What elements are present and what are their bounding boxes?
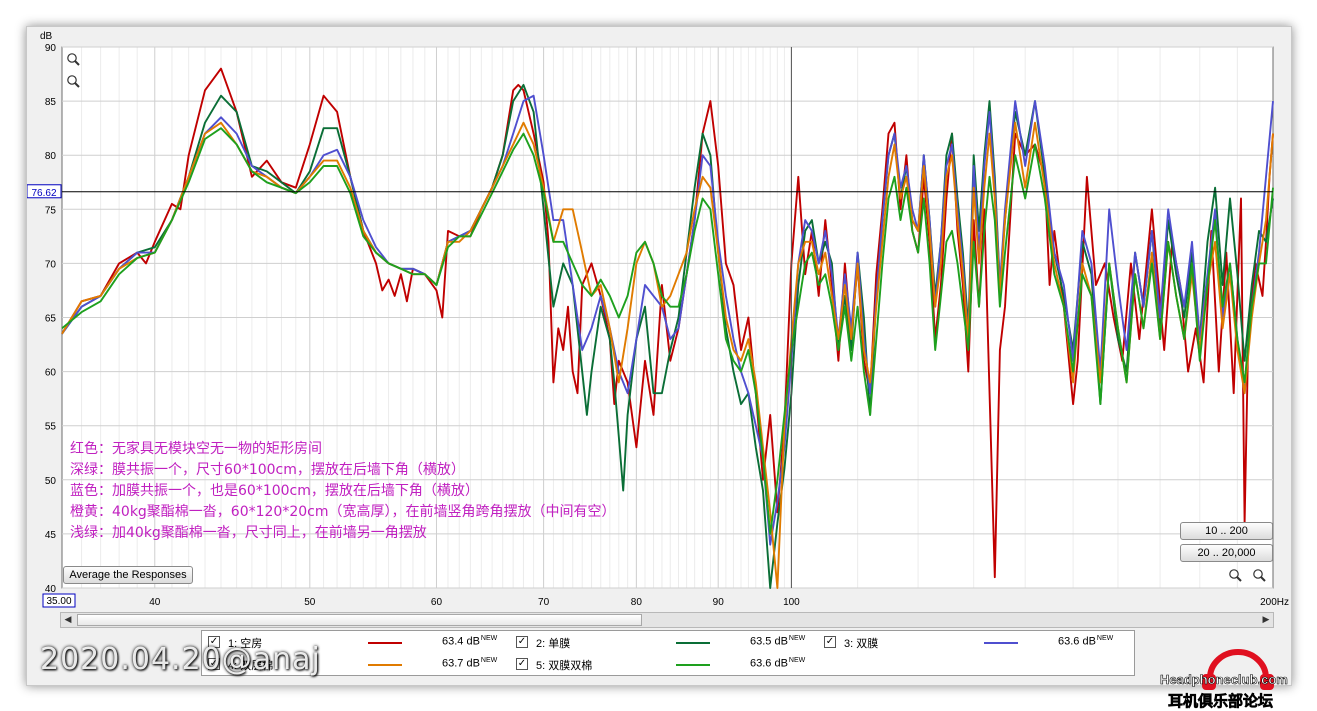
y-tick-label: 85: [45, 97, 57, 108]
y-tick-label: 50: [45, 476, 57, 487]
legend-value: 63.6 dBNEW: [750, 657, 806, 670]
headphoneclub-logo: Headphoneclub.com 耳机俱乐部论坛: [1160, 649, 1288, 710]
y-tick-label: 55: [45, 422, 57, 433]
average-responses-button[interactable]: Average the Responses: [63, 566, 193, 584]
legend-value: 63.6 dBNEW: [1058, 635, 1114, 648]
annotation-text: 橙黄：40kg聚酯棉一沓，60*120*20cm（宽高厚），在前墙竖角跨角摆放（…: [70, 503, 616, 520]
zoom-lens: [1253, 569, 1263, 579]
watermark-date: 2020.04.20@anaj: [40, 642, 321, 677]
annotation-text: 浅绿：加40kg聚酯棉一沓，尺寸同上，在前墙另一角摆放: [70, 524, 427, 541]
legend-swatch: [676, 642, 710, 644]
y-tick-label: 45: [45, 530, 57, 541]
legend-checkbox-3[interactable]: ✓: [824, 636, 836, 648]
zoom-lens: [67, 75, 77, 85]
x-tick-label: 90: [713, 597, 725, 608]
zoom-lens: [1229, 569, 1239, 579]
x-unit-label: 200Hz: [1260, 597, 1289, 608]
scroll-thumb[interactable]: [77, 614, 642, 626]
scroll-right-icon[interactable]: ▶: [1259, 614, 1273, 626]
y-tick-label: 90: [45, 43, 57, 54]
legend-checkbox-2[interactable]: ✓: [516, 636, 528, 648]
y-tick-label: 65: [45, 314, 57, 325]
frequency-response-chart[interactable]: 40 50 60 70 80 90 1004045505560657075808590dB2…: [27, 27, 1291, 612]
x-tick-label: 40: [149, 597, 161, 608]
legend-item-5[interactable]: ✓ 5: 双膜双棉 63.6 dBNEW: [516, 655, 816, 675]
legend-panel: ✓ 1: 空房 63.4 dBNEW ✓ 2: 单膜 63.5 dBNEW ✓ …: [201, 630, 1135, 676]
legend-value: 63.7 dBNEW: [442, 657, 498, 670]
x-start-label: 35.00: [46, 596, 71, 607]
y-tick-label: 70: [45, 259, 57, 270]
y-tick-label: 60: [45, 368, 57, 379]
x-tick-label: 60: [431, 597, 443, 608]
horizontal-scrollbar[interactable]: ◀ ▶: [60, 612, 1274, 628]
x-tick-label: 70: [538, 597, 550, 608]
legend-checkbox-5[interactable]: ✓: [516, 658, 528, 670]
annotation-text: 蓝色：加膜共振一个，也是60*100cm，摆放在后墙下角（横放）: [70, 482, 479, 499]
logo-text: Headphoneclub.com: [1160, 672, 1288, 687]
y-tick-label: 40: [45, 584, 57, 595]
rew-window: 40 50 60 70 80 90 100 40 45 50 55 60 65 70 75 80 85 90 dB 2…: [26, 26, 1292, 686]
legend-item-3[interactable]: ✓ 3: 双膜 63.6 dBNEW: [824, 633, 1124, 653]
y-tick-label: 80: [45, 151, 57, 162]
legend-label: 2: 单膜: [536, 638, 571, 650]
cursor-value-label: 76.62: [31, 188, 56, 199]
range-20-20000-button[interactable]: 20 .. 20,000: [1180, 544, 1273, 562]
x-tick-label: 100: [783, 597, 800, 608]
legend-item-2[interactable]: ✓ 2: 单膜 63.5 dBNEW: [516, 633, 816, 653]
legend-value: 63.5 dBNEW: [750, 635, 806, 648]
y-tick-label: 75: [45, 205, 57, 216]
legend-label: 5: 双膜双棉: [536, 660, 593, 672]
legend-swatch: [984, 642, 1018, 644]
legend-swatch: [676, 664, 710, 666]
legend-swatch: [368, 664, 402, 666]
x-tick-label: 50: [304, 597, 316, 608]
x-tick-label: 80: [631, 597, 643, 608]
logo-subtext: 耳机俱乐部论坛: [1168, 692, 1273, 710]
legend-label: 3: 双膜: [844, 638, 879, 650]
legend-swatch: [368, 642, 402, 644]
y-unit-label: dB: [40, 31, 53, 42]
annotation-text: 深绿：膜共振一个，尺寸60*100cm，摆放在后墙下角（横放）: [70, 462, 465, 478]
annotation-text: 红色：无家具无模块空无一物的矩形房间: [70, 440, 322, 457]
range-10-200-button[interactable]: 10 .. 200: [1180, 522, 1273, 540]
zoom-lens: [67, 53, 77, 63]
scroll-left-icon[interactable]: ◀: [61, 614, 75, 626]
legend-value: 63.4 dBNEW: [442, 635, 498, 648]
